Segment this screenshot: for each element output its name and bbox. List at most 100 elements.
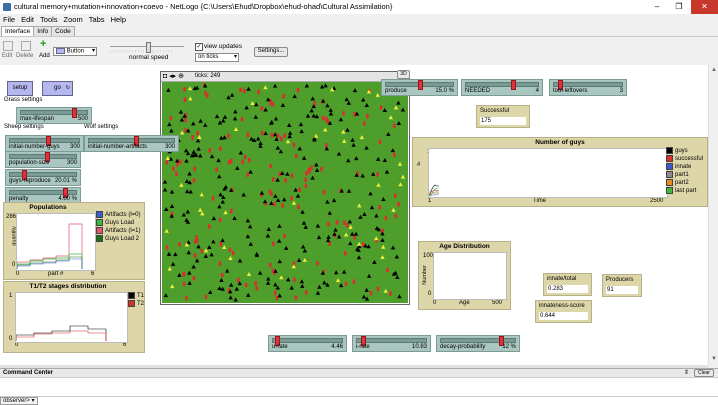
agent-triangle <box>178 109 184 114</box>
agent-triangle <box>398 182 403 187</box>
agent-triangle <box>386 131 391 136</box>
slider-i-rate[interactable]: i-rate 10.83 <box>352 335 431 352</box>
slider-u-rate[interactable]: u-rate 4.46 <box>268 335 347 352</box>
edit-button[interactable]: Edit <box>2 53 12 59</box>
grass-settings-note: Grass settings <box>4 97 43 103</box>
agent-person <box>376 286 380 292</box>
menu-help[interactable]: Help <box>108 14 129 25</box>
view-updates-checkbox[interactable]: ✓ <box>195 43 203 51</box>
slider-max-lifespan[interactable]: max-lifespan 500 <box>16 107 92 124</box>
menu-file[interactable]: File <box>0 14 18 25</box>
agent-triangle <box>304 83 310 88</box>
scroll-down-icon[interactable]: ▼ <box>710 355 718 363</box>
slider-needed[interactable]: NEEDED 4 <box>461 79 543 96</box>
agent-triangle <box>366 273 372 278</box>
agent-triangle <box>382 108 387 113</box>
minimize-button[interactable]: – <box>646 0 668 14</box>
agent-triangle <box>263 131 268 136</box>
slider-value: 300 <box>164 144 175 150</box>
go-button[interactable]: go ↻ <box>42 81 73 96</box>
agent-triangle <box>225 268 230 273</box>
tab-info[interactable]: Info <box>33 26 53 36</box>
add-button[interactable]: Add <box>39 53 50 59</box>
delete-button[interactable]: Delete <box>16 53 33 59</box>
agent-triangle <box>266 226 271 231</box>
agent-triangle <box>275 177 280 182</box>
agent-triangle <box>315 290 321 295</box>
menu-tabs[interactable]: Tabs <box>86 14 108 25</box>
slider-knob[interactable] <box>417 80 423 90</box>
agent-triangle <box>348 241 353 246</box>
agent-person <box>185 295 188 301</box>
menu-tools[interactable]: Tools <box>37 14 61 25</box>
maximize-button[interactable]: ❐ <box>668 0 690 14</box>
agent-triangle <box>300 209 305 214</box>
speed-label: normal speed <box>129 54 169 61</box>
tab-interface[interactable]: Interface <box>1 26 35 36</box>
clear-button[interactable]: Clear <box>694 369 714 377</box>
slider-initial-number-artifacts[interactable]: initial-number-artifacts 300 <box>84 135 179 152</box>
expand-icon[interactable]: ⇕ <box>684 369 689 376</box>
agent-triangle <box>317 284 322 289</box>
close-button[interactable]: ✕ <box>691 0 718 14</box>
agent-triangle <box>162 187 168 192</box>
slider-knob[interactable] <box>510 80 516 90</box>
agent-triangle <box>292 94 297 99</box>
agent-person <box>243 154 247 160</box>
slider-initial-number-guys[interactable]: initial-number-guys 300 <box>5 135 84 152</box>
agent-triangle <box>168 156 174 161</box>
slider-label: tool-leftovers <box>553 88 588 94</box>
add-icon: + <box>40 38 47 50</box>
slider-value: 500 <box>77 116 88 122</box>
command-input[interactable] <box>39 397 699 404</box>
agent-person <box>394 213 398 219</box>
plot-t1-t2-stages: T1/T2 stages distribution 1 0 0 6 T1 T2 <box>3 281 145 353</box>
agent-triangle <box>299 129 304 134</box>
tab-code[interactable]: Code <box>51 26 75 36</box>
slider-label: decay-probability <box>440 344 486 350</box>
agent-triangle <box>297 146 302 151</box>
agent-triangle <box>345 127 350 132</box>
agent-triangle <box>310 96 315 101</box>
agent-triangle <box>198 118 203 123</box>
update-mode-select[interactable]: on ticks ▾ <box>195 53 239 62</box>
widget-type-select[interactable]: Button ▾ <box>53 47 97 56</box>
scroll-up-icon[interactable]: ▲ <box>710 66 718 74</box>
menu-zoom[interactable]: Zoom <box>61 14 86 25</box>
menu-edit[interactable]: Edit <box>18 14 37 25</box>
setup-button[interactable]: setup <box>7 81 33 96</box>
agent-triangle <box>203 122 208 127</box>
agent-triangle <box>186 250 191 255</box>
agent-triangle <box>263 85 268 90</box>
plot-canvas <box>16 213 96 271</box>
slider-label: guys-reproduce <box>9 178 51 184</box>
agent-triangle <box>177 272 182 277</box>
agent-triangle <box>170 261 176 266</box>
slider-produce[interactable]: produce 15.0 % <box>381 79 458 96</box>
world-canvas[interactable] <box>162 82 408 303</box>
agent-triangle <box>364 103 370 108</box>
agent-triangle <box>217 174 222 179</box>
agent-person <box>204 90 207 96</box>
settings-button[interactable]: Settings... <box>254 47 288 57</box>
3d-button[interactable]: 3D <box>397 70 410 79</box>
vertical-scrollbar[interactable]: ▲ ▼ <box>708 65 718 365</box>
agent-person <box>165 160 168 165</box>
agent-person <box>192 276 196 281</box>
slider-knob[interactable] <box>72 108 78 118</box>
plot-lines <box>428 184 440 197</box>
agent-triangle <box>196 146 201 151</box>
slider-guys-reproduce[interactable]: guys-reproduce 20.01 % <box>5 169 81 186</box>
slider-tool-leftovers[interactable]: tool-leftovers 3 <box>549 79 627 96</box>
monitor-producers: Producers 91 <box>602 274 642 297</box>
agent-person <box>237 277 240 283</box>
view-controls-icon[interactable]: ◘ ◂▸ ⊕ <box>163 72 184 81</box>
agent-triangle <box>393 105 399 110</box>
slider-decay-probability[interactable]: decay-probability 12 % <box>436 335 520 352</box>
agent-triangle <box>272 83 278 88</box>
agent-triangle <box>238 150 243 155</box>
agent-triangle <box>400 107 406 112</box>
agent-triangle <box>357 203 362 208</box>
legend-part2: part2 <box>666 179 689 186</box>
slider-population-size[interactable]: population-size 300 <box>5 151 81 168</box>
